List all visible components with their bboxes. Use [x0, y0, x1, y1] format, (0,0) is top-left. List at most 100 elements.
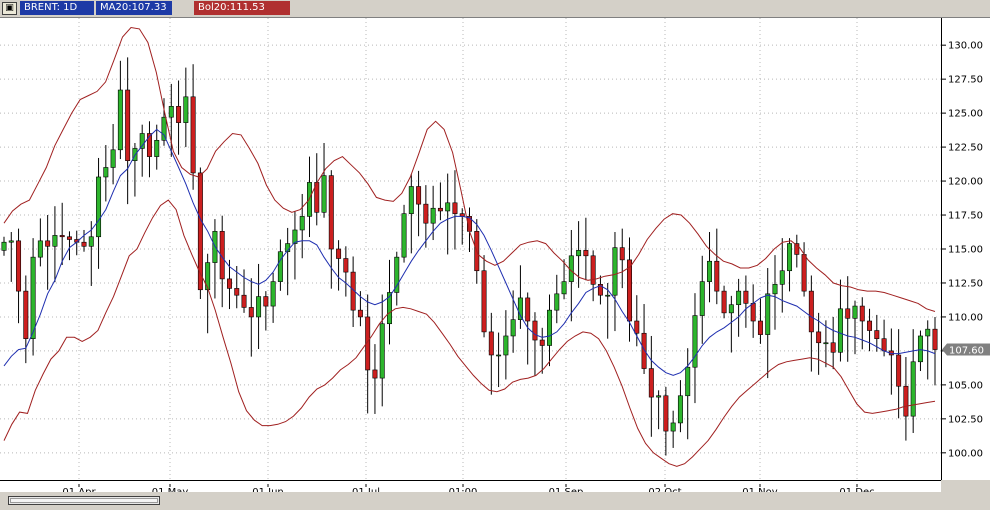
- candle-body: [612, 247, 618, 296]
- price-axis[interactable]: 100.00102.50105.00107.50110.00112.50115.…: [941, 18, 990, 480]
- price-chart-svg: [0, 18, 941, 480]
- bottom-bar: [0, 492, 990, 510]
- candle-body: [88, 236, 94, 247]
- candle-body: [845, 308, 851, 319]
- candle-body: [641, 332, 647, 369]
- candle-body: [452, 202, 458, 214]
- candle-body: [437, 207, 443, 212]
- candle-body: [430, 207, 436, 224]
- candle-body: [16, 240, 22, 292]
- candle-body: [547, 309, 552, 346]
- candle-body: [277, 251, 283, 282]
- candle-body: [52, 235, 58, 247]
- candle-body: [321, 175, 327, 213]
- candle-body: [699, 281, 705, 316]
- candle-body: [416, 186, 422, 205]
- candle-body: [401, 213, 407, 258]
- ma-indicator-label[interactable]: MA20:107.33: [96, 1, 172, 15]
- candle-body: [357, 309, 363, 318]
- candle-body: [707, 260, 713, 282]
- candle-body: [772, 284, 778, 295]
- candle-body: [37, 240, 43, 258]
- candle-body: [30, 256, 36, 339]
- candle-body: [110, 149, 116, 168]
- candle-body: [445, 202, 451, 212]
- candle-body: [932, 328, 938, 350]
- candle-body: [81, 241, 87, 247]
- candle-body: [343, 258, 349, 273]
- candle-body: [481, 270, 487, 333]
- candle-body: [103, 167, 109, 178]
- y-tick-label: 115.00: [948, 245, 983, 256]
- candle-body: [663, 395, 669, 432]
- candle-body: [808, 290, 814, 333]
- candle-body: [757, 320, 763, 335]
- candle-body: [830, 342, 836, 353]
- candle-body: [408, 186, 414, 214]
- candle-body: [648, 368, 654, 398]
- y-tick-label: 100.00: [948, 448, 983, 459]
- chart-header-bar: ▣ BRENT: 1D MA20:107.33 Bol20:111.53: [0, 0, 990, 18]
- y-tick-label: 120.00: [948, 177, 983, 188]
- candle-body: [197, 172, 203, 291]
- y-tick-label: 105.00: [948, 380, 983, 391]
- candle-body: [787, 243, 793, 272]
- last-price-label: 107.60: [949, 346, 984, 357]
- y-tick-label: 130.00: [948, 41, 983, 52]
- candle-body: [816, 331, 822, 344]
- candle-body: [328, 175, 334, 250]
- candle-body: [881, 338, 887, 352]
- candle-body: [634, 320, 640, 334]
- candle-body: [721, 290, 727, 314]
- bollinger-upper-line: [3, 26, 936, 312]
- candle-body: [45, 240, 51, 247]
- candle-body: [379, 323, 385, 379]
- bollinger-indicator-label[interactable]: Bol20:111.53: [194, 1, 290, 15]
- candle-body: [96, 176, 102, 238]
- candle-body: [263, 296, 269, 307]
- candle-body: [619, 247, 625, 261]
- candle-body: [183, 96, 189, 123]
- candle-body: [750, 303, 756, 322]
- candle-body: [161, 116, 167, 141]
- candle-body: [852, 305, 858, 319]
- candle-body: [656, 395, 662, 398]
- horizontal-scrollbar[interactable]: [8, 496, 160, 505]
- candle-body: [154, 139, 160, 157]
- candle-body: [248, 307, 254, 318]
- candle-body: [205, 262, 211, 291]
- candle-body: [605, 294, 611, 297]
- window-icon[interactable]: ▣: [2, 2, 17, 15]
- scrollbar-thumb[interactable]: [10, 498, 158, 503]
- candle-body: [692, 315, 698, 368]
- symbol-label[interactable]: BRENT: 1D: [20, 1, 94, 15]
- candle-body: [539, 339, 545, 346]
- price-axis-svg: 100.00102.50105.00107.50110.00112.50115.…: [942, 41, 990, 459]
- candle-body: [234, 288, 240, 296]
- candle-body: [525, 297, 531, 322]
- candle-body: [270, 281, 276, 307]
- candle-body: [299, 216, 305, 231]
- candle-body: [859, 305, 865, 322]
- candle-body: [561, 281, 567, 295]
- candle-body: [743, 290, 749, 304]
- candle-body: [910, 361, 916, 417]
- candle-body: [488, 331, 494, 356]
- candle-body: [190, 96, 196, 174]
- candle-body: [503, 335, 509, 356]
- candle-body: [925, 328, 931, 337]
- candle-body: [576, 250, 582, 257]
- y-tick-label: 102.50: [948, 414, 983, 425]
- candle-body: [336, 248, 342, 259]
- candle-body: [714, 260, 720, 292]
- y-tick-label: 127.50: [948, 75, 983, 86]
- candle-body: [779, 270, 785, 285]
- candle-body: [510, 319, 516, 337]
- candle-body: [837, 308, 843, 353]
- candle-body: [896, 354, 902, 387]
- candle-body: [823, 342, 829, 345]
- price-chart-area[interactable]: [0, 18, 941, 480]
- candle-body: [917, 335, 923, 363]
- y-tick-label: 117.50: [948, 211, 983, 222]
- candle-body: [176, 106, 182, 123]
